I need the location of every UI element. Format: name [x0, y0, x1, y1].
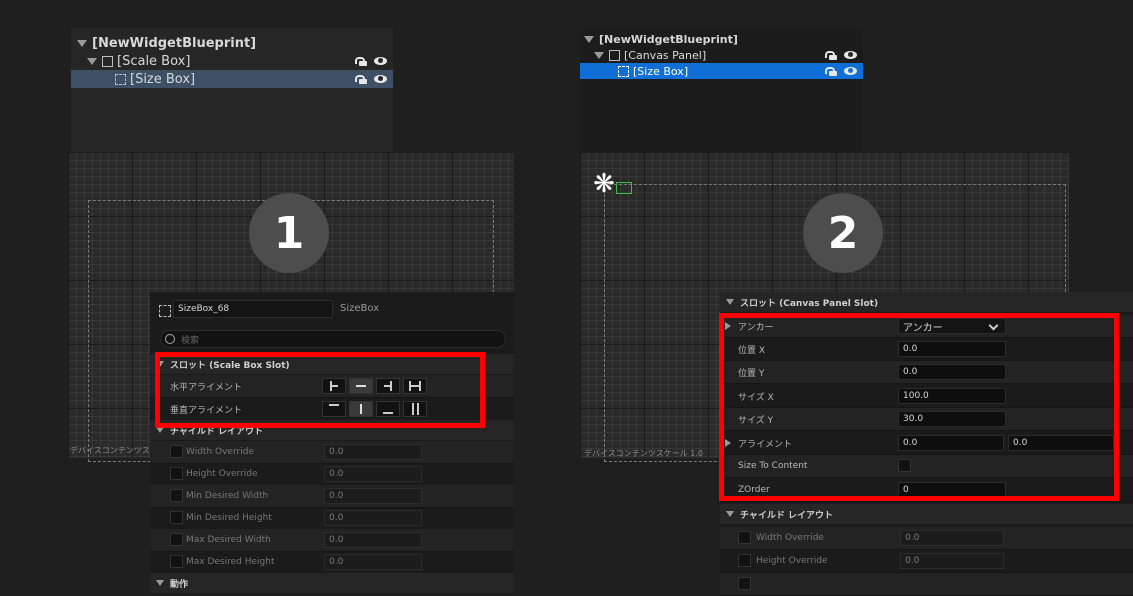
property-label: Max Desired Height: [186, 557, 275, 567]
override-checkbox[interactable]: [170, 555, 183, 568]
behavior-section-header[interactable]: 動作: [150, 573, 514, 593]
property-row: Min Desired Width 0.0: [150, 485, 514, 508]
tree-item-scale-box[interactable]: [Scale Box]: [71, 52, 393, 70]
lock-icon[interactable]: [355, 74, 367, 84]
lock-icon[interactable]: [825, 66, 837, 76]
collapse-arrow-icon[interactable]: [726, 511, 734, 517]
size-box-icon: [159, 305, 171, 317]
eye-icon[interactable]: [844, 67, 857, 75]
step-badge: 2: [803, 193, 883, 273]
child-layout-section-header[interactable]: チャイルド レイアウト: [720, 504, 1133, 524]
collapse-arrow-icon[interactable]: [726, 299, 734, 305]
property-value[interactable]: 0.0: [900, 530, 1004, 546]
property-row: Max Desired Height 0.0: [150, 551, 514, 574]
expand-arrow-icon[interactable]: [77, 39, 87, 47]
details-panel-1: SizeBox_68 SizeBox 検索 スロット (Scale Box Sl…: [150, 292, 514, 593]
hierarchy-panel-2: [NewWidgetBlueprint] [Canvas Panel] [Siz…: [580, 28, 863, 153]
search-placeholder: 検索: [181, 335, 200, 346]
property-value[interactable]: 0.0: [324, 488, 422, 504]
override-checkbox[interactable]: [170, 511, 183, 524]
expand-arrow-icon[interactable]: [594, 51, 604, 59]
property-row-partial: [720, 573, 1133, 596]
property-row: Max Desired Width 0.0: [150, 529, 514, 552]
tree-item-size-box[interactable]: [Size Box]: [580, 63, 863, 79]
canvas-panel-icon: [609, 49, 620, 61]
widget-type-label: SizeBox: [340, 303, 380, 314]
property-row: Height Override 0.0: [150, 463, 514, 486]
override-checkbox[interactable]: [738, 554, 751, 567]
property-row: Width Override 0.0: [150, 441, 514, 464]
highlight-box: [719, 313, 1119, 501]
property-label: Min Desired Height: [186, 513, 272, 523]
hierarchy-panel-1: [NewWidgetBlueprint] [Scale Box] [Size B…: [71, 28, 393, 153]
tree-item-label: [Size Box]: [130, 71, 196, 87]
expand-arrow-icon[interactable]: [87, 57, 97, 65]
property-label: Height Override: [756, 556, 828, 566]
override-checkbox[interactable]: [170, 533, 183, 546]
anchor-icon[interactable]: ❋: [592, 171, 616, 197]
slot-section-header[interactable]: スロット (Canvas Panel Slot): [720, 292, 1133, 312]
property-label: Height Override: [186, 469, 258, 479]
property-label: Width Override: [756, 533, 824, 543]
eye-icon[interactable]: [844, 51, 857, 59]
property-value[interactable]: 0.0: [324, 444, 422, 460]
property-value[interactable]: 0.0: [324, 532, 422, 548]
property-label: Min Desired Width: [186, 491, 269, 501]
search-icon: [165, 334, 175, 344]
tree-item-label: [Canvas Panel]: [624, 48, 707, 62]
property-value[interactable]: 0.0: [324, 466, 422, 482]
override-checkbox[interactable]: [170, 489, 183, 502]
property-row: Height Override 0.0: [720, 550, 1133, 573]
section-title: 動作: [170, 579, 189, 590]
section-title: スロット (Canvas Panel Slot): [740, 298, 879, 309]
size-box-icon: [618, 65, 629, 77]
override-checkbox[interactable]: [170, 445, 183, 458]
override-checkbox[interactable]: [170, 467, 183, 480]
lock-icon[interactable]: [355, 56, 367, 66]
tree-item-label: [NewWidgetBlueprint]: [599, 32, 738, 46]
collapse-arrow-icon[interactable]: [156, 580, 164, 586]
override-checkbox[interactable]: [738, 531, 751, 544]
highlight-box: [155, 352, 485, 428]
property-value[interactable]: 0.0: [324, 554, 422, 570]
expand-arrow-icon[interactable]: [584, 35, 594, 43]
scale-box-icon: [102, 55, 113, 67]
eye-icon[interactable]: [374, 57, 387, 65]
section-title: チャイルド レイアウト: [740, 510, 834, 521]
tree-item-canvas-panel[interactable]: [Canvas Panel]: [580, 46, 863, 64]
property-row: Min Desired Height 0.0: [150, 507, 514, 530]
widget-name-input[interactable]: SizeBox_68: [173, 300, 333, 318]
size-box-icon: [115, 73, 126, 85]
tree-item-root[interactable]: [NewWidgetBlueprint]: [71, 34, 393, 52]
property-value[interactable]: 0.0: [324, 510, 422, 526]
device-content-scale-label: デバイスコンテンツスケール 1.0: [584, 449, 704, 458]
search-input[interactable]: 検索: [160, 330, 506, 348]
property-value[interactable]: 0.0: [900, 553, 1004, 569]
lock-icon[interactable]: [825, 50, 837, 60]
tree-item-size-box[interactable]: [Size Box]: [71, 70, 393, 88]
device-content-scale-label: デバイスコンテンツス: [70, 446, 150, 455]
property-label: Max Desired Width: [186, 535, 271, 545]
tree-item-label: [Scale Box]: [117, 53, 191, 69]
step-badge: 1: [249, 193, 329, 273]
size-box-widget[interactable]: [616, 182, 632, 194]
eye-icon[interactable]: [374, 75, 387, 83]
property-label: Width Override: [186, 447, 254, 457]
property-row: Width Override 0.0: [720, 527, 1133, 550]
tree-item-label: [NewWidgetBlueprint]: [92, 35, 257, 51]
tree-item-label: [Size Box]: [633, 64, 689, 78]
